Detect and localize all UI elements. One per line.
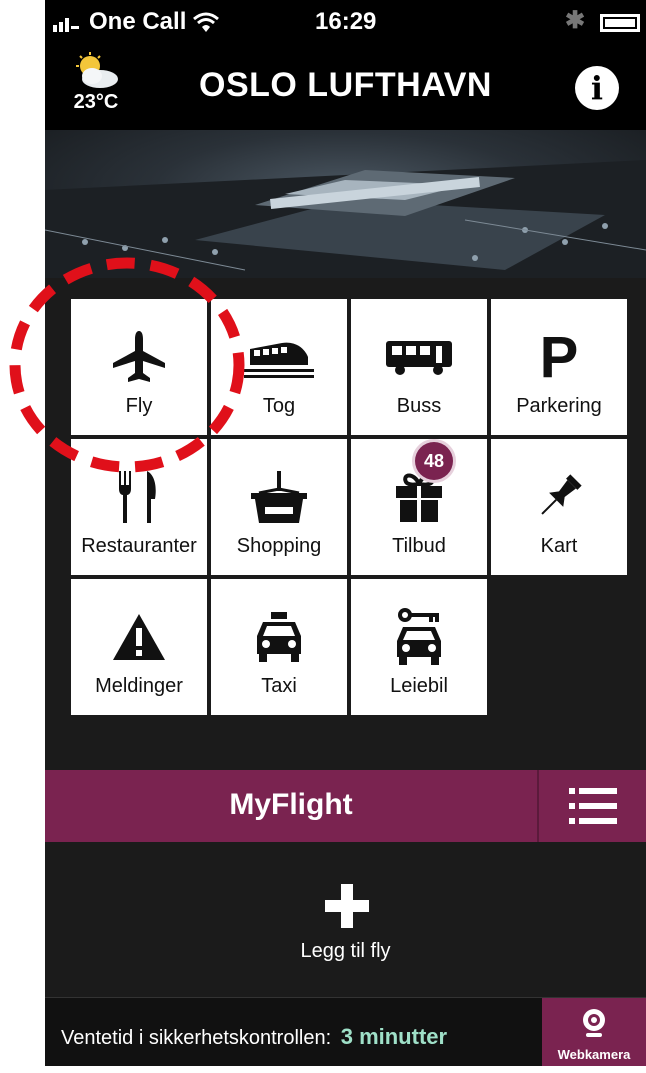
parking-icon: P [539,324,579,390]
wait-label: Ventetid i sikkerhetskontrollen: [61,1027,332,1049]
myflight-bar: MyFlight [45,770,646,842]
tile-parkering[interactable]: P Parkering [491,299,627,435]
rental-car-icon [397,608,441,665]
train-icon [244,342,314,378]
tile-label: Shopping [236,535,322,557]
offers-count-badge: 48 [415,442,453,480]
tile-label: Restauranter [81,535,197,557]
tile-kart[interactable]: Kart [491,439,627,575]
list-button[interactable] [539,770,646,842]
tile-label: Tilbud [392,535,446,557]
webcam-label: Webkamera [557,1047,631,1062]
myflight-title: MyFlight [229,788,353,821]
tile-label: Buss [396,395,442,417]
basket-icon [251,471,307,523]
tile-label: Parkering [516,395,602,417]
bus-icon [386,341,452,375]
security-wait-bar: Ventetid i sikkerhetskontrollen: 3 minut… [45,997,646,1066]
tile-label: Taxi [261,675,297,697]
warning-icon [113,614,165,660]
webcam-icon [583,1009,605,1037]
wifi-icon [193,12,220,32]
add-flight-label: Legg til fly [300,940,391,962]
app-title: OSLO LUFTHAVN [199,66,492,104]
carrier-name: One Call [89,8,187,35]
bluetooth-icon: ✱ [565,7,586,34]
add-flight-button[interactable]: Legg til fly [45,842,646,997]
highlight-circle [9,257,245,473]
list-icon [568,788,617,824]
fork-knife-icon [119,471,156,523]
tile-meldinger[interactable]: Meldinger [71,579,207,715]
tile-label: Meldinger [95,675,183,697]
taxi-icon [257,612,301,662]
clock: 16:29 [315,8,377,35]
carrier-info: One Call [53,8,220,36]
tile-label: Leiebil [390,675,448,697]
tile-leiebil[interactable]: Leiebil [351,579,487,715]
phone-screen: One Call 16:29 ✱ 23°C OSLO LUFTHAVN i Fl… [45,0,646,1066]
plus-icon [325,884,369,928]
signal-icon [53,18,79,32]
webcam-button[interactable]: Webkamera [542,998,646,1066]
wait-time: Ventetid i sikkerhetskontrollen: 3 minut… [61,1024,447,1050]
tile-taxi[interactable]: Taxi [211,579,347,715]
wait-value: 3 minutter [340,1024,448,1049]
tile-label: Kart [540,535,578,557]
tile-buss[interactable]: Buss [351,299,487,435]
app-header: 23°C OSLO LUFTHAVN i [45,44,646,130]
status-bar: One Call 16:29 ✱ [45,0,646,44]
battery-icon [600,14,640,32]
info-icon[interactable]: i [575,66,619,110]
pushpin-icon [541,474,582,515]
